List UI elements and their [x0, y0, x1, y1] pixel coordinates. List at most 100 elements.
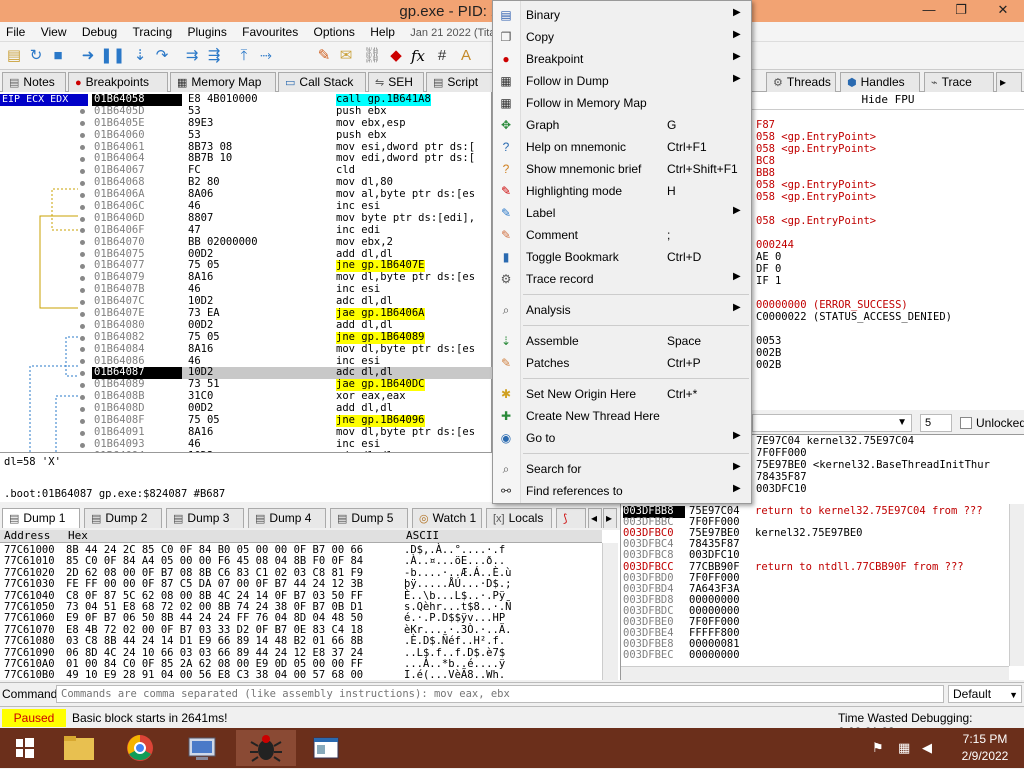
patch-icon[interactable]: ✎ [314, 46, 334, 66]
tab-dump-1[interactable]: ▤ Dump 1 [2, 508, 80, 528]
disassembly-row[interactable]: 01B64087 10D2 adc dl,dl [92, 367, 492, 380]
tab-seh[interactable]: ⇋ SEH [368, 72, 424, 92]
context-menu-item-binary[interactable]: ▤ Binary ▶ [493, 4, 751, 26]
tab-memory-map[interactable]: ▦ Memory Map [170, 72, 276, 92]
context-menu-item-set-new-origin-here[interactable]: ✱ Set New Origin Here Ctrl+* [493, 383, 751, 405]
context-menu-item-highlighting-mode[interactable]: ✎ Highlighting mode H [493, 180, 751, 202]
context-menu-item-copy[interactable]: ❐ Copy ▶ [493, 26, 751, 48]
start-button[interactable] [6, 730, 54, 766]
breakpoint-dot[interactable] [80, 299, 85, 305]
disassembly-row[interactable]: 01B6407E 73 EA jae gp.1B6406A [92, 307, 492, 320]
disassembly-pane[interactable]: EIP ECX EDX 01B64058 E8 4B010000 call gp.1… [0, 92, 492, 462]
run-icon[interactable]: ➜ [78, 46, 98, 66]
hash-icon[interactable]: # [432, 46, 452, 66]
breakpoint-dot[interactable] [80, 442, 85, 448]
disassembly-row[interactable]: 01B6406D 8807 mov byte ptr ds:[edi], [92, 212, 492, 225]
breakpoint-dot[interactable] [80, 406, 85, 412]
taskbar-chrome[interactable] [116, 730, 164, 766]
breakpoint-dot[interactable] [80, 216, 85, 222]
taskbar-remote-desktop[interactable] [178, 730, 226, 766]
register-line[interactable]: IF 1 [756, 275, 781, 288]
step-over-icon[interactable]: ↷ [152, 46, 172, 66]
breakpoint-dot[interactable] [80, 323, 85, 329]
unlocked-checkbox[interactable] [960, 417, 972, 429]
close-button[interactable]: ✕ [982, 0, 1024, 20]
disassembly-row[interactable]: 01B64084 8A16 mov dl,byte ptr ds:[es [92, 343, 492, 356]
breakpoint-dot[interactable] [80, 276, 85, 281]
disassembly-row[interactable]: 01B64082 75 05 jne gp.1B64089 [92, 331, 492, 344]
restart-icon[interactable]: ↻ [26, 46, 46, 66]
context-menu-item-find-references-to[interactable]: ⚯ Find references to ▶ [493, 480, 751, 502]
register-line[interactable]: 002B [756, 359, 781, 372]
context-menu-item-label[interactable]: ✎ Label ▶ [493, 202, 751, 224]
tab-script[interactable]: ▤ Script [426, 72, 494, 92]
tab-threads[interactable]: ⚙ Threads [766, 72, 836, 92]
taskbar-x64dbg[interactable] [236, 730, 296, 766]
disassembly-row[interactable]: 01B64075 00D2 add dl,dl [92, 248, 492, 261]
disassembly-row[interactable]: 01B6406F 47 inc edi [92, 224, 492, 237]
minimize-button[interactable]: — [914, 0, 944, 20]
menu-tracing[interactable]: Tracing [127, 22, 179, 42]
dump-hex[interactable]: 49 10 E9 28 91 04 00 56 E8 C3 38 04 00 5… [66, 669, 363, 682]
tab-dump-5[interactable]: ▤ Dump 5 [330, 508, 408, 528]
context-menu-item-analysis[interactable]: ⌕ Analysis ▶ [493, 299, 751, 321]
register-line[interactable]: 058 <gp.EntryPoint> [756, 191, 876, 204]
function-icon[interactable]: fx [408, 46, 428, 66]
disassembly-row[interactable]: 01B6408D 00D2 add dl,dl [92, 402, 492, 415]
disassembly-row[interactable]: 01B64086 46 inc esi [92, 355, 492, 368]
trace-over-icon[interactable]: ⇶ [204, 46, 224, 66]
dump-address[interactable]: 77C610B0 [4, 669, 55, 682]
stop-icon[interactable]: ■ [48, 46, 68, 66]
menu-favourites[interactable]: Favourites [236, 22, 304, 42]
menu-options[interactable]: Options [308, 22, 361, 42]
tab-struct[interactable]: ⟆ [556, 508, 586, 528]
script-icon[interactable]: ✉ [336, 46, 356, 66]
volume-icon[interactable]: ◀ [922, 740, 932, 756]
disassembly-row[interactable]: 01B64064 8B7B 10 mov edi,dword ptr ds:[ [92, 153, 492, 165]
tab-scroll-left[interactable]: ◂ [588, 508, 602, 528]
run-to-user-code-icon[interactable]: ⤑ [256, 46, 276, 66]
tab-locals[interactable]: [x] Locals [486, 508, 552, 528]
breakpoint-dot[interactable] [80, 157, 85, 162]
disassembly-row[interactable]: 01B6408B 31C0 xor eax,eax [92, 390, 492, 403]
disassembly-row[interactable]: 01B64060 53 push ebx [92, 129, 492, 142]
command-mode-select[interactable]: Default ▼ [948, 685, 1022, 703]
menu-plugins[interactable]: Plugins [181, 22, 232, 42]
disassembly-row[interactable]: 01B6405D 53 push ebx [92, 105, 492, 118]
calling-convention-select[interactable]: ▼ [752, 414, 912, 432]
context-menu-item-breakpoint[interactable]: ● Breakpoint ▶ [493, 48, 751, 70]
register-line[interactable]: C0000022 (STATUS_ACCESS_DENIED) [756, 311, 952, 324]
trace-into-icon[interactable]: ⇉ [182, 46, 202, 66]
step-into-icon[interactable]: ⇣ [130, 46, 150, 66]
command-input[interactable] [56, 685, 944, 703]
disassembly-row[interactable]: 01B6406A 8A06 mov al,byte ptr ds:[es [92, 188, 492, 201]
hex-dump[interactable]: Address Hex ASCII 77C61000 8B 44 24 2C 85… [0, 530, 620, 682]
disassembly-row[interactable]: 01B64058 E8 4B010000 call gp.1B641A8 [92, 93, 492, 106]
disassembly-row[interactable]: 01B64093 46 inc esi [92, 438, 492, 451]
disassembly-row[interactable]: 01B6407B 46 inc esi [92, 283, 492, 296]
disassembly-row[interactable]: 01B64070 BB 02000000 mov ebx,2 [92, 236, 492, 249]
tab-trace[interactable]: ⌁ Trace [924, 72, 994, 92]
tag-icon[interactable]: ◆ [386, 46, 406, 66]
disassembly-row[interactable]: 01B64067 FC cld [92, 164, 492, 177]
pause-icon[interactable]: ❚❚ [100, 46, 125, 66]
argument-count-spinner[interactable]: 5 [920, 414, 952, 432]
breakpoint-dot[interactable] [80, 192, 85, 198]
registers-pane[interactable]: Hide FPU F87 058 <gp.EntryPoint> 058 <gp.E… [752, 92, 1024, 410]
context-menu-item-follow-in-memory-map[interactable]: ▦ Follow in Memory Map [493, 92, 751, 114]
menu-file[interactable]: File [0, 22, 31, 42]
context-menu-item-create-new-thread-here[interactable]: ✚ Create New Thread Here [493, 405, 751, 427]
tab-dump-3[interactable]: ▤ Dump 3 [166, 508, 244, 528]
breakpoint-dot[interactable] [80, 287, 85, 293]
tab-breakpoints[interactable]: ● Breakpoints [68, 72, 168, 92]
tab-scroll-right[interactable]: ▸ [603, 508, 617, 528]
breakpoint-dot[interactable] [80, 335, 85, 341]
stack-pane[interactable]: 003DFBB8 75E97C04 return to kernel32.75E97… [620, 504, 1024, 680]
disassembly-row[interactable]: 01B64091 8A16 mov dl,byte ptr ds:[es [92, 426, 492, 439]
context-menu-item-comment[interactable]: ✎ Comment; [493, 224, 751, 246]
register-line[interactable]: 058 <gp.EntryPoint> [756, 215, 876, 228]
tab-watch-1[interactable]: ◎ Watch 1 [412, 508, 482, 528]
context-menu-item-search-for[interactable]: ⌕ Search for ▶ [493, 458, 751, 480]
breakpoint-dot[interactable] [80, 418, 85, 424]
menu-view[interactable]: View [35, 22, 73, 42]
